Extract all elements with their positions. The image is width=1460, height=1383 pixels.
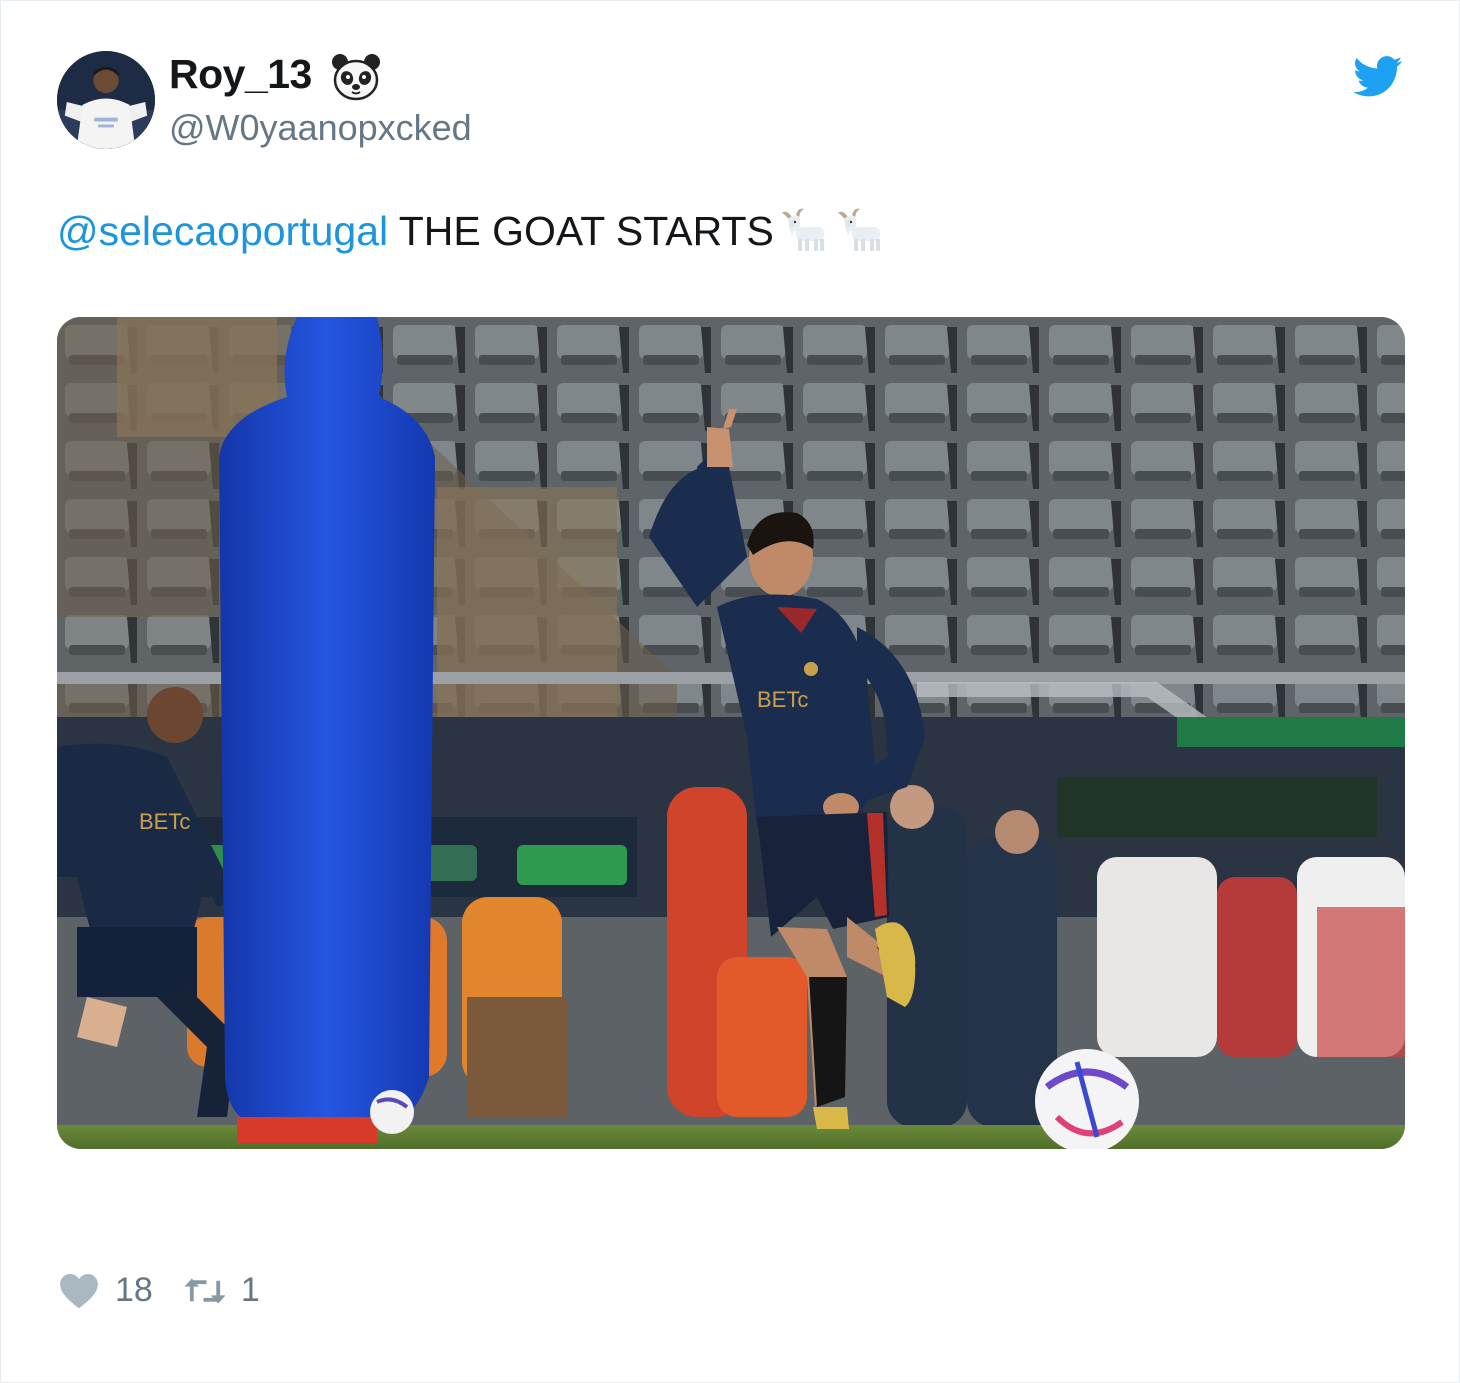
panda-emoji-icon: [331, 53, 381, 101]
goat-emoji-icon: [778, 207, 830, 255]
retweet-icon: [183, 1276, 227, 1306]
twitter-bird-icon[interactable]: [1353, 55, 1403, 99]
tweet-body-text: THE GOAT STARTS: [388, 207, 774, 254]
avatar-image: [57, 51, 155, 149]
retweet-count: 1: [240, 1271, 260, 1309]
author-handle[interactable]: @W0yaanopxcked: [169, 107, 472, 149]
svg-text:BETc: BETc: [757, 687, 808, 712]
tweet-actions: 18 1: [59, 1271, 260, 1310]
like-button[interactable]: 18: [59, 1271, 153, 1310]
like-count: 18: [115, 1271, 153, 1309]
goat-emoji-icon: [834, 207, 886, 255]
football-training-photo: BETc BETc: [57, 317, 1405, 1149]
heart-icon: [59, 1273, 99, 1309]
tweet-text: @selecaoportugal THE GOAT STARTS: [57, 207, 886, 255]
mention-link[interactable]: @selecaoportugal: [57, 208, 388, 255]
svg-text:BETc: BETc: [139, 809, 190, 834]
tweet-photo[interactable]: BETc BETc: [57, 317, 1405, 1149]
author-display-name[interactable]: Roy_13: [169, 51, 312, 98]
retweet-button[interactable]: 1: [153, 1271, 260, 1310]
tweet-card: Roy_13 @W0yaanopxcked @selecaoportugal T…: [0, 0, 1460, 1383]
author-avatar[interactable]: [57, 51, 155, 149]
